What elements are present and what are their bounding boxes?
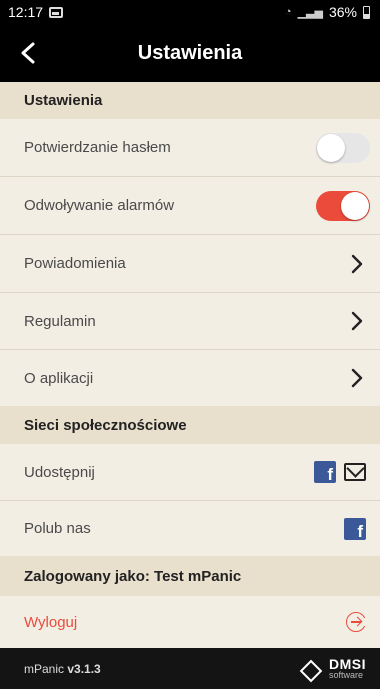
row-share: Udostępnij f xyxy=(0,444,380,501)
chevron-right-icon xyxy=(351,368,363,388)
app-version: mPanic v3.1.3 xyxy=(24,662,101,676)
app-bar: Ustawienia xyxy=(0,24,380,82)
app-name: mPanic xyxy=(24,661,65,676)
image-notification-icon xyxy=(49,6,64,18)
battery-icon xyxy=(363,5,370,19)
chevron-right-icon xyxy=(351,311,363,331)
alarm-cancel-toggle[interactable] xyxy=(316,190,370,221)
status-bar: 12:17 ◔ ▁▃▅ 36% xyxy=(0,0,380,24)
facebook-icon[interactable]: f xyxy=(314,461,336,483)
section-header-settings: Ustawienia xyxy=(0,82,380,119)
section-header-social: Sieci społecznościowe xyxy=(0,406,380,444)
status-time: 12:17 xyxy=(8,4,44,20)
brand-name: DMSI xyxy=(329,656,366,672)
notifications-label: Powiadomienia xyxy=(24,255,126,272)
signal-icon: ▁▃▅ xyxy=(297,6,323,19)
version-number: v3.1.3 xyxy=(67,661,101,676)
terms-label: Regulamin xyxy=(24,312,96,330)
section-header-account: Zalogowany jako: Test mPanic xyxy=(0,556,380,596)
mail-icon[interactable] xyxy=(344,463,366,481)
password-confirm-label: Potwierdzanie hasłem xyxy=(24,139,171,156)
chevron-right-icon xyxy=(351,254,363,273)
brand-logo: DMSI software xyxy=(301,657,366,680)
row-alarm-cancel: Odwoływanie alarmów xyxy=(0,177,380,235)
row-terms[interactable]: Regulamin xyxy=(0,293,380,350)
toggle-knob xyxy=(317,133,345,162)
footer: mPanic v3.1.3 DMSI software xyxy=(0,648,380,689)
dmsi-logo-icon xyxy=(301,661,323,677)
wifi-icon: ◔ xyxy=(284,6,292,18)
facebook-icon[interactable]: f xyxy=(344,517,366,540)
brand-sub: software xyxy=(329,670,364,680)
like-label: Polub nas xyxy=(24,520,91,537)
back-arrow-icon[interactable] xyxy=(18,41,40,65)
row-logout[interactable]: Wyloguj xyxy=(0,596,380,648)
password-confirm-toggle[interactable] xyxy=(316,132,370,163)
page-title: Ustawienia xyxy=(137,41,243,64)
share-label: Udostępnij xyxy=(24,463,95,481)
battery-percent: 36% xyxy=(328,4,357,20)
alarm-cancel-label: Odwoływanie alarmów xyxy=(24,197,175,214)
about-label: O aplikacji xyxy=(24,369,94,387)
logout-icon xyxy=(346,612,368,632)
row-notifications[interactable]: Powiadomienia xyxy=(0,235,380,293)
toggle-knob xyxy=(341,191,369,220)
row-password-confirm: Potwierdzanie hasłem xyxy=(0,119,380,177)
row-about[interactable]: O aplikacji xyxy=(0,350,380,406)
logout-label: Wyloguj xyxy=(24,613,78,631)
row-like: Polub nas f xyxy=(0,501,380,556)
